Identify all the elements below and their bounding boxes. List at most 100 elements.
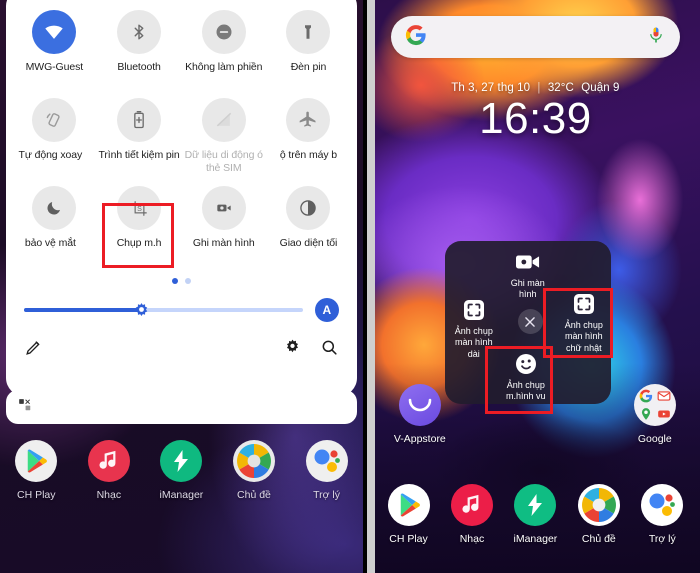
qs-tile-label: Trình tiết kiệm pin [98,149,180,161]
meta-separator: | [537,82,541,94]
v-appstore-icon [398,384,441,426]
notification-card[interactable] [6,390,357,424]
wifi-icon [32,10,77,54]
page-dot-active[interactable] [171,278,178,284]
gmail-icon [657,391,670,401]
assistant-icon [641,484,684,526]
qs-tile-label: bảo vệ mắt [24,237,76,249]
qs-tile-label: Ghi màn hình [192,237,255,249]
location-text: Quận 9 [581,82,620,94]
qs-tile-mobile-data[interactable]: Dữ liệu di động ó thẻ SIM [181,94,266,182]
video-camera-icon [515,249,541,275]
svg-text:S: S [137,204,142,212]
play-store-icon [387,484,430,526]
do-not-disturb-icon [201,10,246,54]
app-shortcut-icon [18,398,32,417]
dock-app-chude[interactable]: Chủ đề [567,484,630,545]
youtube-icon [657,410,670,418]
qs-tile-label: Không làm phiền [185,61,263,73]
dock-app-nhac[interactable]: Nhạc [440,484,503,545]
right-dock: CH Play Nhạc iManager Chủ đề Trợ lý [371,484,700,545]
google-search-bar[interactable] [390,16,680,58]
temperature-text: 32°C [547,82,574,94]
maps-icon [641,407,651,420]
eye-care-moon-icon [32,186,77,230]
google-g-icon [405,24,427,51]
mobile-data-off-icon [201,98,246,142]
music-icon [450,484,493,526]
screen-record-icon [201,186,246,230]
dock-app-label: Nhạc [96,489,122,501]
dock-app-chplay[interactable]: CH Play [0,440,73,501]
dock-app-troly[interactable]: Trợ lý [290,440,363,501]
rect-screenshot-icon [571,291,597,317]
screenshot-root: MWG-Guest Bluetooth Không làm phiền Đèn … [0,0,700,573]
home-app-vappstore[interactable]: V-Appstore [389,384,451,445]
themes-icon [232,440,275,482]
settings-gear-icon[interactable] [283,338,302,362]
popup-option-label: Ghi màn hình [510,278,545,300]
edit-pencil-icon[interactable] [24,338,43,362]
dock-app-label: Chủ đề [237,489,271,501]
microphone-icon[interactable] [646,25,666,50]
panel-divider [367,0,375,573]
dock-app-nhac[interactable]: Nhạc [73,440,146,501]
popup-option-label: Ảnh chụp m.hình vu [506,380,546,402]
music-icon [87,440,130,482]
auto-brightness-button[interactable]: A [314,298,339,322]
qs-tile-airplane-mode[interactable]: ộ trên máy b [266,94,351,182]
dock-app-label: Trợ lý [313,489,340,501]
qs-tile-do-not-disturb[interactable]: Không làm phiền [181,6,266,94]
qs-tile-wifi[interactable]: MWG-Guest [12,6,97,94]
clock-meta-row: Th 3, 27 thg 10 | 32°C Quận 9 [371,82,700,94]
quick-settings-shade: MWG-Guest Bluetooth Không làm phiền Đèn … [6,0,357,396]
dock-app-label: Trợ lý [648,533,676,545]
search-icon[interactable] [320,338,339,362]
dock-app-label: Chủ đề [581,533,616,545]
dock-app-imanager[interactable]: iManager [504,484,567,545]
qs-tile-flashlight[interactable]: Đèn pin [266,6,351,94]
qs-tile-dark-theme[interactable]: Giao diện tối [266,182,351,270]
left-dock: CH Play Nhạc iManager Chủ đề Trợ lý [0,440,363,501]
popup-option-rect-screenshot[interactable]: Ảnh chụp màn hình chữ nhật [546,291,622,354]
clock-time: 16:39 [479,94,592,143]
dock-app-label: iManager [513,533,558,545]
clock-widget[interactable]: Th 3, 27 thg 10 | 32°C Quận 9 16:39 [371,82,700,143]
google-g-icon [639,389,653,403]
qs-tile-label: Chụp m.h [116,237,162,249]
page-dot[interactable] [184,278,191,284]
dock-app-chplay[interactable]: CH Play [377,484,440,545]
qs-tile-bluetooth[interactable]: Bluetooth [97,6,182,94]
qs-tile-label: Đèn pin [290,61,327,73]
auto-rotate-icon [32,98,77,142]
dock-app-label: Nhạc [459,533,485,545]
qs-tile-label: Giao diện tối [279,237,338,249]
qs-tile-screen-record[interactable]: Ghi màn hình [181,182,266,270]
dock-app-chude[interactable]: Chủ đề [218,440,291,501]
brightness-slider[interactable] [24,302,303,316]
dock-app-label: CH Play [389,533,428,545]
quick-settings-tiles: MWG-Guest Bluetooth Không làm phiền Đèn … [6,6,357,270]
dark-theme-icon [286,186,331,230]
dock-app-imanager[interactable]: iManager [145,440,218,501]
qs-tile-battery-saver[interactable]: Trình tiết kiệm pin [97,94,182,182]
home-app-label: Google [637,433,672,445]
qs-tile-auto-rotate[interactable]: Tự động xoay [12,94,97,182]
screenshot-options-popup: Ghi màn hình Ảnh chụp màn hình dài Ảnh c… [444,241,611,404]
imanager-icon [160,440,203,482]
bluetooth-icon [117,10,162,54]
qs-tile-label: Dữ liệu di động ó thẻ SIM [184,149,263,174]
popup-option-fun-screenshot[interactable]: Ảnh chụp m.hình vu [487,351,565,403]
screenshot-crop-icon: S [117,186,162,230]
qs-tile-screenshot[interactable]: S Chụp m.h [97,182,182,270]
home-app-google-folder[interactable]: Google [624,384,686,445]
dock-app-troly[interactable]: Trợ lý [631,484,694,545]
assistant-icon [305,440,348,482]
close-x-icon[interactable] [517,309,543,334]
popup-option-label: Ảnh chụp màn hình chữ nhật [564,320,603,353]
fun-screenshot-smiley-icon [513,351,539,377]
qs-tile-label: ộ trên máy b [279,149,338,161]
airplane-mode-icon [286,98,331,142]
qs-tile-eye-care[interactable]: bảo vệ mắt [12,182,97,270]
brightness-knob[interactable] [133,302,150,319]
